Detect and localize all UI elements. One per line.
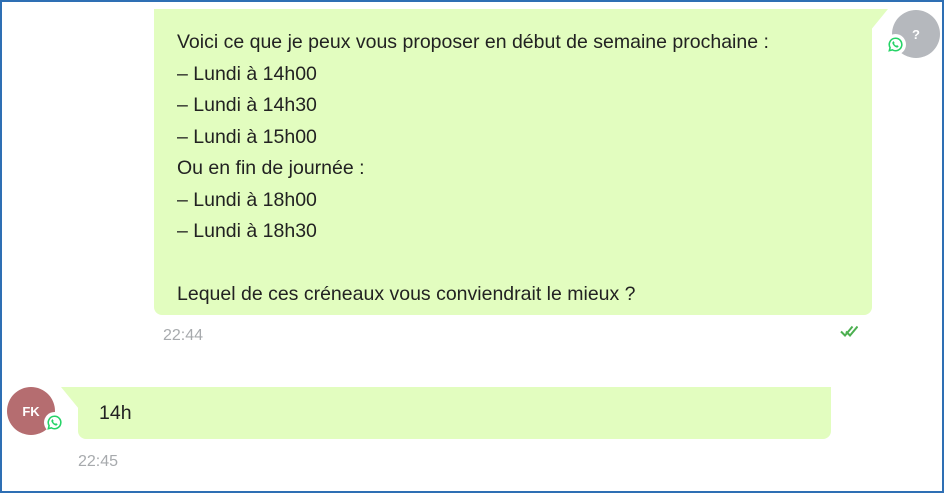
incoming-bubble-tail xyxy=(61,387,79,409)
incoming-message-text: 14h xyxy=(99,402,132,424)
whatsapp-glyph xyxy=(888,37,903,52)
outgoing-message-bubble[interactable]: Voici ce que je peux vous proposer en dé… xyxy=(154,9,872,315)
chat-window: Voici ce que je peux vous proposer en dé… xyxy=(0,0,944,493)
double-check-icon xyxy=(840,325,858,337)
incoming-message-timestamp: 22:45 xyxy=(78,453,119,470)
outgoing-message-timestamp: 22:44 xyxy=(163,327,204,344)
whatsapp-icon xyxy=(885,34,906,55)
outgoing-bubble-tail xyxy=(870,9,888,31)
sender-avatar-initial: ? xyxy=(912,26,920,42)
incoming-message-bubble[interactable]: 14h xyxy=(78,387,831,439)
outgoing-message-text: Voici ce que je peux vous proposer en dé… xyxy=(177,31,769,305)
whatsapp-icon xyxy=(44,412,65,433)
contact-avatar-initials: FK xyxy=(22,403,40,419)
whatsapp-glyph xyxy=(47,415,62,430)
